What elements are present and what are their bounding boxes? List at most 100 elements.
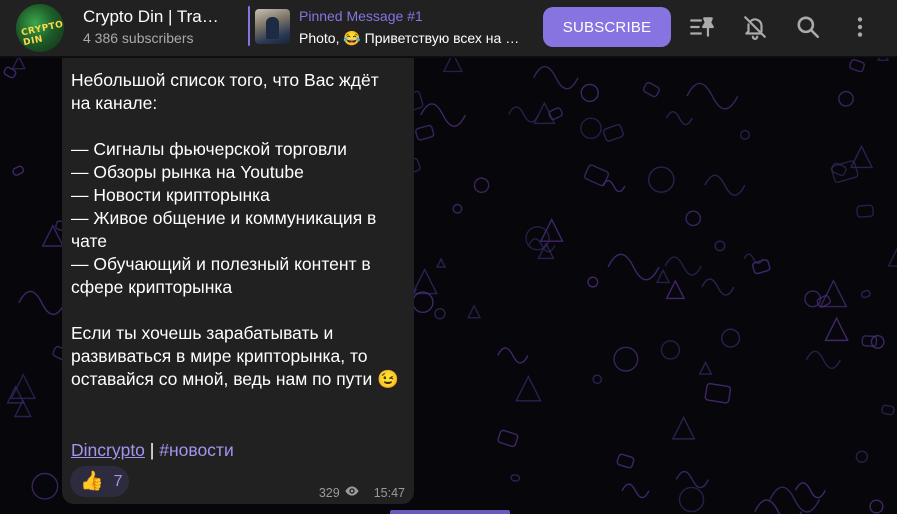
doodle-shape xyxy=(860,289,871,299)
doodle-shape xyxy=(849,144,874,169)
doodle-shape xyxy=(12,165,25,176)
view-count: 329 xyxy=(318,485,340,500)
doodle-shape xyxy=(592,374,603,385)
message-meta: 329 15:47 xyxy=(319,485,405,500)
pinned-message-preview[interactable]: Photo, 😂 Приветствую всех на канале xyxy=(299,30,521,47)
doodle-shape xyxy=(497,347,529,364)
doodle-shape xyxy=(584,164,610,187)
message-footer-links: Dincrypto | #новости xyxy=(71,439,234,462)
doodle-shape xyxy=(602,179,626,193)
chat-header: CRYPTO DIN Crypto Din | Trading 4 386 su… xyxy=(0,0,897,57)
thumbnail-figure xyxy=(266,17,279,39)
reaction-thumbs-up[interactable]: 👍 7 xyxy=(70,466,129,497)
doodle-shape xyxy=(473,177,490,194)
doodle-shape xyxy=(870,334,885,349)
doodle-shape xyxy=(415,124,435,141)
message-time: 15:47 xyxy=(373,485,405,500)
doodle-shape xyxy=(794,482,826,499)
doodle-shape xyxy=(616,453,635,469)
doodle-shape xyxy=(675,470,710,489)
doodle-shape xyxy=(664,256,702,276)
eye-icon xyxy=(344,485,360,500)
doodle-shape xyxy=(607,253,660,281)
bell-off-icon[interactable] xyxy=(740,12,770,42)
pinned-message-title[interactable]: Pinned Message #1 xyxy=(299,8,423,24)
doodle-shape xyxy=(671,415,696,440)
doodle-shape xyxy=(452,203,463,214)
user-mention-link[interactable]: Dincrypto xyxy=(71,440,145,460)
doodle-shape xyxy=(442,58,464,73)
doodle-shape xyxy=(467,304,482,319)
doodle-shape xyxy=(714,240,726,252)
doodle-shape xyxy=(533,65,579,90)
doodle-shape xyxy=(769,486,820,513)
pinned-list-icon[interactable] xyxy=(687,12,717,42)
doodle-shape xyxy=(869,499,884,514)
thumbs-up-icon: 👍 xyxy=(80,471,104,492)
doodle-shape xyxy=(819,279,848,308)
doodle-shape xyxy=(838,90,854,107)
doodle-shape xyxy=(701,278,735,296)
channel-title[interactable]: Crypto Din | Trading xyxy=(83,7,223,27)
doodle-shape xyxy=(824,316,849,342)
channel-message[interactable]: Небольшой список того, что Вас ждёт на к… xyxy=(62,58,414,504)
doodle-shape xyxy=(420,103,466,127)
doodle-shape xyxy=(856,204,874,218)
avatar-logo-text: CRYPTO DIN xyxy=(20,19,64,49)
doodle-shape xyxy=(539,217,564,242)
message-text: Небольшой список того, что Вас ждёт на к… xyxy=(71,70,399,389)
doodle-shape xyxy=(525,226,550,251)
doodle-shape xyxy=(412,291,434,314)
pinned-indicator-bar xyxy=(248,6,250,46)
search-icon[interactable] xyxy=(793,12,823,42)
doodle-shape xyxy=(660,340,681,360)
doodle-shape xyxy=(31,472,59,500)
doodle-shape xyxy=(41,224,65,247)
doodle-shape xyxy=(698,360,713,375)
doodle-shape xyxy=(508,106,540,123)
doodle-shape xyxy=(665,279,686,300)
doodle-shape xyxy=(580,83,599,103)
doodle-shape xyxy=(18,290,66,316)
link-separator: | xyxy=(149,440,155,460)
doodle-shape xyxy=(533,101,556,125)
doodle-shape xyxy=(855,450,869,463)
hashtag-link[interactable]: #новости xyxy=(159,440,234,460)
doodle-shape xyxy=(721,328,741,348)
subscriber-count: 4 386 subscribers xyxy=(83,30,194,46)
doodle-shape xyxy=(11,58,26,70)
doodle-shape xyxy=(435,257,447,268)
doodle-shape xyxy=(510,474,521,482)
doodle-shape xyxy=(587,276,599,288)
doodle-shape xyxy=(805,350,841,370)
pinned-message-thumbnail[interactable] xyxy=(255,9,290,44)
doodle-shape xyxy=(580,117,602,140)
reaction-count: 7 xyxy=(113,472,123,490)
scroll-indicator xyxy=(390,510,510,514)
doodle-shape xyxy=(887,247,897,267)
doodle-shape xyxy=(704,382,732,404)
more-vert-icon[interactable] xyxy=(845,12,875,42)
doodle-shape xyxy=(621,483,650,499)
doodle-shape xyxy=(602,123,624,142)
doodle-shape xyxy=(434,307,446,320)
doodle-shape xyxy=(881,404,895,416)
doodle-shape xyxy=(655,268,671,284)
doodle-shape xyxy=(704,174,746,196)
doodle-shape xyxy=(665,110,693,126)
doodle-shape xyxy=(686,82,739,110)
doodle-shape xyxy=(647,166,675,193)
doodle-shape xyxy=(739,129,751,140)
doodle-shape xyxy=(754,499,803,514)
doodle-shape xyxy=(685,210,702,227)
doodle-shape xyxy=(849,58,865,73)
doodle-shape xyxy=(497,429,519,448)
doodle-shape xyxy=(642,81,660,98)
doodle-shape xyxy=(743,253,764,265)
doodle-shape xyxy=(877,58,890,62)
subscribe-button[interactable]: SUBSCRIBE xyxy=(543,7,671,47)
doodle-shape xyxy=(515,374,542,402)
channel-avatar[interactable]: CRYPTO DIN xyxy=(16,4,64,52)
doodle-shape xyxy=(678,486,705,513)
doodle-shape xyxy=(613,346,639,372)
